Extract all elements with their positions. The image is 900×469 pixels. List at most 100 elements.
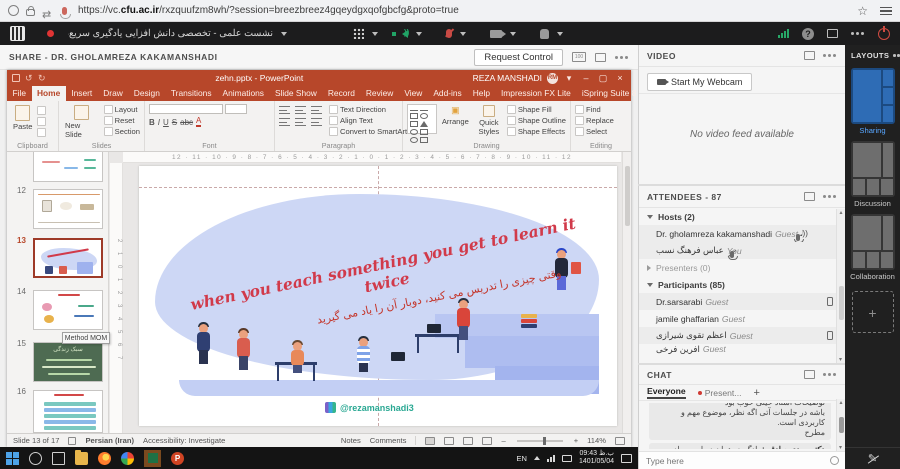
chat-pod-menu-icon[interactable]: [823, 373, 837, 376]
indent-icon[interactable]: [311, 106, 322, 114]
font-size-box[interactable]: [225, 104, 247, 114]
undo-icon[interactable]: ↺: [25, 74, 33, 82]
task-view-icon[interactable]: [52, 452, 65, 465]
zoom-slider[interactable]: [517, 440, 563, 442]
arrange-button[interactable]: ▣Arrange: [440, 104, 471, 140]
start-webcam-button[interactable]: Start My Webcam: [647, 73, 752, 91]
clock[interactable]: 09:43 ب.ظ 1401/05/04: [579, 450, 614, 466]
raise-hand-icon[interactable]: [540, 29, 549, 39]
attendee-row[interactable]: jamile ghaffarianGuest: [639, 310, 845, 327]
shield-icon[interactable]: [8, 5, 19, 16]
normal-view-icon[interactable]: [425, 437, 435, 445]
replace-button[interactable]: Replace: [575, 116, 614, 125]
hosts-group-row[interactable]: Hosts (2): [639, 208, 845, 225]
layouts-menu-icon[interactable]: [893, 54, 896, 57]
layout-collaboration-label[interactable]: Collaboration: [845, 272, 900, 281]
more-options-icon[interactable]: [851, 32, 865, 35]
file-explorer-icon[interactable]: [75, 452, 88, 465]
url-bar[interactable]: https://vc.cfu.ac.ir/rxzquufzm8wh/?sessi…: [78, 5, 459, 16]
notes-toggle[interactable]: Notes: [341, 436, 361, 445]
slide-thumbnail-15[interactable]: سبک زندگی: [33, 342, 103, 382]
slide-sorter-view-icon[interactable]: [444, 437, 454, 445]
ppt-tab-animations[interactable]: Animations: [217, 86, 269, 101]
ppt-tab-view[interactable]: View: [399, 86, 428, 101]
ppt-tab-insert[interactable]: Insert: [66, 86, 98, 101]
ppt-tab-draw[interactable]: Draw: [98, 86, 129, 101]
ppt-tab-home[interactable]: Home: [32, 86, 66, 101]
slideshow-view-icon[interactable]: [482, 437, 492, 445]
site-mic-permission-icon[interactable]: [62, 7, 67, 15]
attendees-scrollbar[interactable]: ▴▾: [836, 209, 845, 363]
font-color-button[interactable]: A: [196, 117, 201, 127]
microphone-muted-icon[interactable]: [446, 29, 452, 38]
format-painter-icon[interactable]: [37, 128, 46, 137]
shape-effects-button[interactable]: Shape Effects: [507, 127, 566, 136]
layout-collaboration-thumbnail[interactable]: [851, 214, 895, 270]
redo-icon[interactable]: ↻: [38, 74, 46, 82]
shape-fill-button[interactable]: Shape Fill: [507, 105, 566, 114]
firefox-icon[interactable]: [98, 452, 111, 465]
layout-discussion-label[interactable]: Discussion: [845, 199, 900, 208]
ppt-tab-slideshow[interactable]: Slide Show: [269, 86, 322, 101]
attendees-pod-menu-icon[interactable]: [823, 195, 837, 198]
new-chat-tab-button[interactable]: +: [753, 387, 759, 399]
share-pod-menu-icon[interactable]: [615, 56, 629, 59]
convert-smartart-button[interactable]: Convert to SmartArt: [329, 127, 407, 136]
attendee-row[interactable]: Dr. gholamreza kakamanshadiGuest𝅘𝅥)): [639, 225, 845, 242]
numbering-icon[interactable]: [295, 106, 306, 114]
powerpoint-icon[interactable]: P: [171, 452, 184, 465]
reading-view-icon[interactable]: [463, 437, 473, 445]
ppt-tab-file[interactable]: File: [7, 86, 32, 101]
shapes-gallery[interactable]: [407, 104, 437, 134]
slide-thumbnail-13[interactable]: [33, 238, 103, 278]
zoom-out-button[interactable]: –: [501, 436, 505, 445]
accessibility-status[interactable]: Accessibility: Investigate: [143, 436, 225, 445]
save-icon[interactable]: [12, 74, 20, 82]
paste-button[interactable]: Paste: [11, 104, 34, 140]
help-icon[interactable]: ?: [802, 28, 814, 40]
draw-disabled-icon[interactable]: ✎: [845, 447, 900, 469]
current-slide[interactable]: when you teach something you get to lear…: [139, 166, 617, 426]
slide-thumbnail-11[interactable]: [33, 152, 103, 182]
slide-thumbnail-14[interactable]: [33, 290, 103, 330]
ppt-tab-transitions[interactable]: Transitions: [165, 86, 217, 101]
align-center-icon[interactable]: [295, 118, 306, 126]
canvas-scrollbar[interactable]: [622, 152, 631, 433]
raise-hand-chevron-icon[interactable]: [557, 32, 563, 36]
video-fullscreen-icon[interactable]: [804, 51, 815, 60]
new-slide-button[interactable]: New Slide: [63, 104, 101, 140]
cut-icon[interactable]: [37, 106, 46, 115]
network-icon[interactable]: [547, 455, 555, 462]
bullets-icon[interactable]: [279, 106, 290, 114]
notification-center-icon[interactable]: [621, 454, 632, 463]
align-left-icon[interactable]: [279, 118, 290, 126]
connection-signal-icon[interactable]: [778, 29, 789, 38]
language-status[interactable]: Persian (Iran): [85, 436, 134, 445]
browser-menu-icon[interactable]: [880, 7, 892, 15]
layout-button[interactable]: Layout: [104, 105, 140, 114]
speaker-chevron-icon[interactable]: [416, 32, 422, 36]
adobe-connect-logo[interactable]: [10, 26, 25, 41]
tray-expand-icon[interactable]: [534, 456, 540, 460]
bookmark-star-icon[interactable]: ☆: [857, 4, 868, 18]
attendee-row[interactable]: Dr.sarsarabiGuest: [639, 293, 845, 310]
search-icon[interactable]: [29, 452, 42, 465]
zoom-percent-icon[interactable]: 100: [572, 52, 586, 62]
select-button[interactable]: Select: [575, 127, 614, 136]
find-button[interactable]: Find: [575, 105, 614, 114]
underline-button[interactable]: U: [163, 118, 169, 127]
participants-group-row[interactable]: Participants (85): [639, 276, 845, 293]
video-pod-menu-icon[interactable]: [823, 54, 837, 57]
presenters-group-row[interactable]: Presenters (0): [639, 259, 845, 276]
line-spacing-icon[interactable]: [311, 118, 322, 126]
pods-chevron-icon[interactable]: [372, 32, 378, 36]
chat-tab-everyone[interactable]: Everyone: [647, 386, 686, 399]
fullscreen-icon[interactable]: [827, 29, 838, 38]
fit-slide-icon[interactable]: [615, 437, 625, 445]
ppt-tab-addins[interactable]: Add-ins: [428, 86, 467, 101]
meeting-menu-chevron-icon[interactable]: [281, 32, 287, 36]
reset-button[interactable]: Reset: [104, 116, 140, 125]
restore-icon[interactable]: ▢: [597, 73, 609, 84]
chat-scrollbar[interactable]: ▴▾: [836, 399, 845, 451]
font-name-box[interactable]: [149, 104, 223, 114]
